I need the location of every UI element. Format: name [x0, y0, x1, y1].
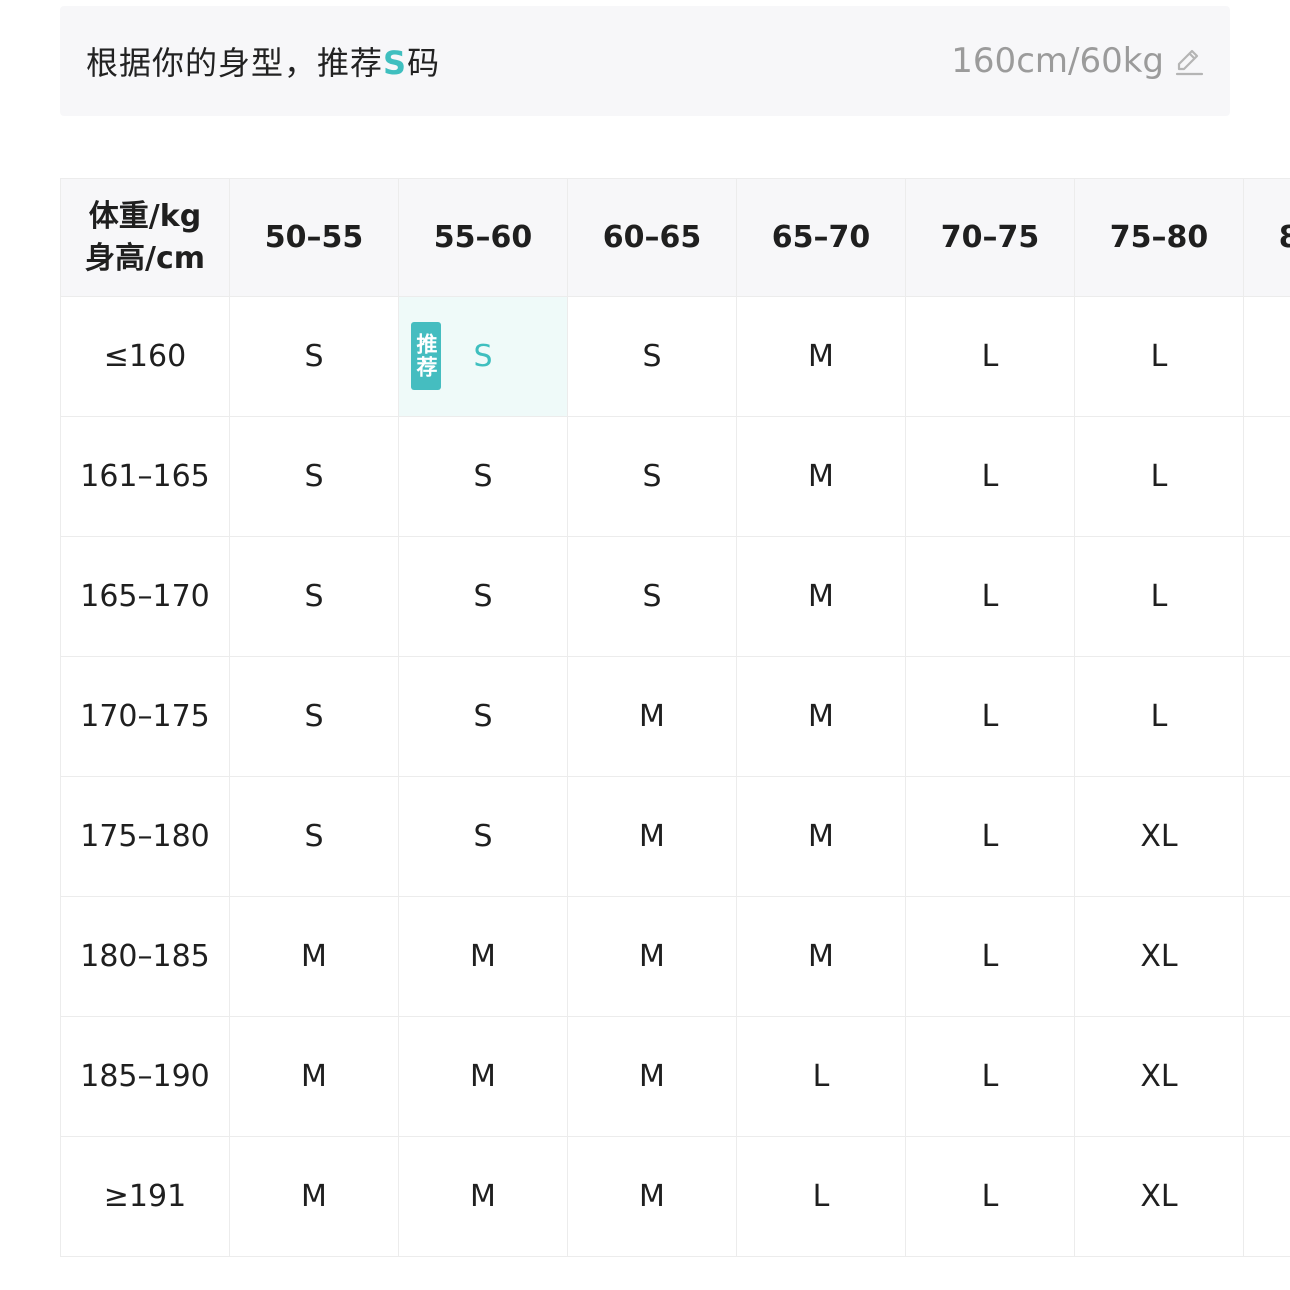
size-cell: M — [567, 656, 737, 777]
size-value: S — [473, 339, 493, 374]
size-cell — [1243, 1016, 1290, 1137]
size-cell: L — [905, 416, 1075, 537]
size-cell: XL — [1074, 1016, 1244, 1137]
weight-column-header: 80–85 — [1243, 178, 1290, 297]
size-cell: L — [736, 1016, 906, 1137]
body-measure-value: 160cm/60kg — [951, 41, 1164, 81]
size-cell: L — [1074, 416, 1244, 537]
height-row-header: 170–175 — [60, 656, 230, 777]
size-cell: S — [398, 416, 568, 537]
size-chart-table: 体重/kg 身高/cm 50–55 55–60 60–65 65–70 70–75 75–… — [60, 178, 1290, 1257]
recommend-badge: 推荐 — [411, 322, 441, 390]
size-cell — [1243, 656, 1290, 777]
table-row: 170–175 S S M M L L — [60, 656, 1290, 777]
size-cell: M — [567, 1016, 737, 1137]
size-cell: M — [567, 1136, 737, 1257]
size-cell: M — [736, 296, 906, 417]
size-cell: XL — [1074, 776, 1244, 897]
size-cell: M — [229, 1136, 399, 1257]
size-cell: S — [567, 416, 737, 537]
size-cell: M — [398, 1136, 568, 1257]
height-row-header: ≥191 — [60, 1136, 230, 1257]
pencil-edit-icon[interactable] — [1174, 45, 1204, 77]
recommendation-prefix: 根据你的身型，推荐 — [86, 44, 384, 82]
size-cell: L — [905, 1016, 1075, 1137]
size-cell — [1243, 776, 1290, 897]
size-cell: M — [736, 416, 906, 537]
height-row-header: 180–185 — [60, 896, 230, 1017]
height-row-header: 175–180 — [60, 776, 230, 897]
size-cell: M — [398, 896, 568, 1017]
size-cell: M — [567, 776, 737, 897]
height-row-header: 165–170 — [60, 536, 230, 657]
size-cell: L — [1074, 656, 1244, 777]
corner-weight-label: 体重/kg — [88, 198, 202, 234]
corner-cell: 体重/kg 身高/cm — [60, 178, 230, 297]
size-cell: L — [1074, 296, 1244, 417]
size-cell: L — [1074, 536, 1244, 657]
size-cell: M — [398, 1016, 568, 1137]
size-cell: L — [905, 776, 1075, 897]
size-cell: M — [229, 896, 399, 1017]
size-chart-scroll-area[interactable]: 体重/kg 身高/cm 50–55 55–60 60–65 65–70 70–75 75–… — [60, 178, 1290, 1258]
size-cell: L — [736, 1136, 906, 1257]
corner-height-label: 身高/cm — [85, 240, 205, 276]
recommended-size: S — [383, 44, 408, 82]
weight-column-header: 60–65 — [567, 178, 737, 297]
size-cell: M — [736, 536, 906, 657]
size-cell: L — [905, 656, 1075, 777]
table-row: 165–170 S S S M L L — [60, 536, 1290, 657]
size-cell: S — [567, 536, 737, 657]
table-body: ≤160 S 推荐 S S M L L 161–165 S S S M L L 165–170 S S S M L L 17… — [60, 296, 1290, 1257]
size-cell — [1243, 296, 1290, 417]
size-cell: XL — [1074, 1136, 1244, 1257]
weight-column-header: 50–55 — [229, 178, 399, 297]
size-cell: M — [736, 656, 906, 777]
table-row: ≤160 S 推荐 S S M L L — [60, 296, 1290, 417]
height-row-header: ≤160 — [60, 296, 230, 417]
table-row: 180–185 M M M M L XL — [60, 896, 1290, 1017]
weight-column-header: 75–80 — [1074, 178, 1244, 297]
table-row: 185–190 M M M L L XL — [60, 1016, 1290, 1137]
recommendation-title: 根据你的身型，推荐S码 — [86, 38, 440, 84]
size-cell: XL — [1074, 896, 1244, 1017]
size-cell: S — [398, 656, 568, 777]
size-cell: S — [229, 536, 399, 657]
recommended-size-cell: 推荐 S — [398, 296, 568, 417]
height-row-header: 185–190 — [60, 1016, 230, 1137]
size-cell: L — [905, 896, 1075, 1017]
height-row-header: 161–165 — [60, 416, 230, 537]
size-cell: L — [905, 1136, 1075, 1257]
size-cell: S — [229, 656, 399, 777]
size-cell: S — [229, 776, 399, 897]
size-cell: M — [567, 896, 737, 1017]
body-measure-editor[interactable]: 160cm/60kg — [951, 41, 1204, 81]
weight-column-header: 65–70 — [736, 178, 906, 297]
weight-column-header: 70–75 — [905, 178, 1075, 297]
size-cell — [1243, 536, 1290, 657]
recommendation-suffix: 码 — [407, 44, 441, 82]
size-cell: L — [905, 296, 1075, 417]
table-row: ≥191 M M M L L XL — [60, 1136, 1290, 1257]
size-cell: L — [905, 536, 1075, 657]
table-header-row: 体重/kg 身高/cm 50–55 55–60 60–65 65–70 70–75 75–… — [60, 178, 1290, 297]
size-cell — [1243, 896, 1290, 1017]
size-cell — [1243, 1136, 1290, 1257]
size-cell: S — [567, 296, 737, 417]
size-cell: M — [229, 1016, 399, 1137]
size-cell — [1243, 416, 1290, 537]
recommendation-banner: 根据你的身型，推荐S码 160cm/60kg — [60, 6, 1230, 116]
size-cell: M — [736, 896, 906, 1017]
table-row: 161–165 S S S M L L — [60, 416, 1290, 537]
weight-column-header: 55–60 — [398, 178, 568, 297]
table-row: 175–180 S S M M L XL — [60, 776, 1290, 897]
size-cell: S — [229, 416, 399, 537]
size-cell: M — [736, 776, 906, 897]
size-cell: S — [398, 776, 568, 897]
size-cell: S — [229, 296, 399, 417]
size-cell: S — [398, 536, 568, 657]
